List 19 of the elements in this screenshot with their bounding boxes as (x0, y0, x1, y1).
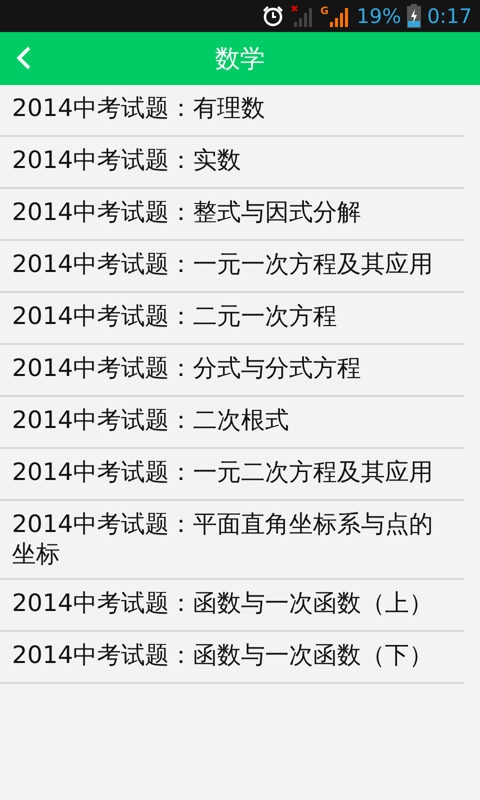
list-item[interactable]: 2014中考试题：函数与一次函数（下） (0, 632, 464, 684)
back-chevron-icon (16, 46, 32, 70)
list-item[interactable]: 2014中考试题：分式与分式方程 (0, 345, 464, 397)
network-type: G (320, 6, 329, 17)
battery-percent: 19% (356, 4, 402, 28)
alarm-icon (262, 5, 284, 27)
screen-title: 数学 (215, 43, 265, 75)
battery-charging-icon (407, 4, 422, 28)
list-item[interactable]: 2014中考试题：平面直角坐标系与点的坐标 (0, 501, 464, 580)
list-item[interactable]: 2014中考试题：函数与一次函数（上） (0, 580, 464, 632)
list-item[interactable]: 2014中考试题：有理数 (0, 85, 464, 137)
clock-time: 0:17 (427, 4, 472, 28)
list-item[interactable]: 2014中考试题：二次根式 (0, 397, 464, 449)
list-item[interactable]: 2014中考试题：一元一次方程及其应用 (0, 241, 464, 293)
list-item[interactable]: 2014中考试题：一元二次方程及其应用 (0, 449, 464, 501)
list-item[interactable]: 2014中考试题：实数 (0, 137, 464, 189)
list-item[interactable]: 2014中考试题：二元一次方程 (0, 293, 464, 345)
list-item[interactable]: 2014中考试题：整式与因式分解 (0, 189, 464, 241)
signal-icon (290, 4, 314, 28)
